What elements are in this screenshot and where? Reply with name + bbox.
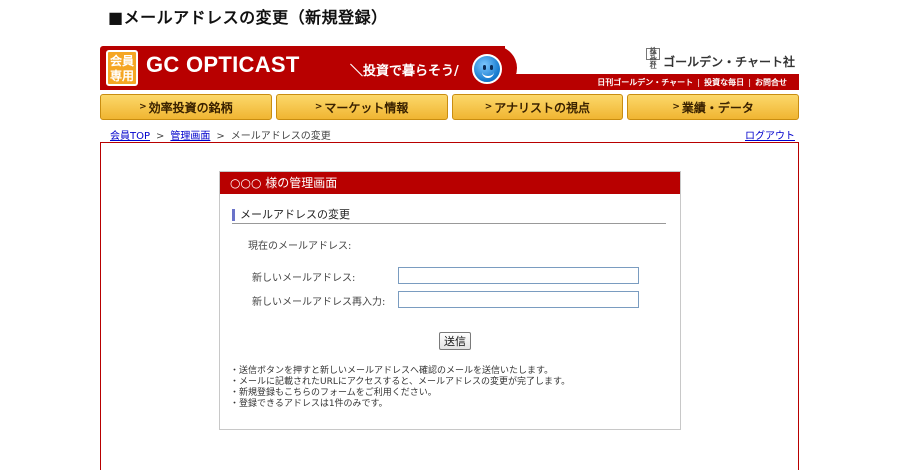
company-mark: 株式会社 — [646, 48, 661, 70]
nav-item-data[interactable]: > 業績・データ — [627, 94, 799, 120]
member-badge-bottom: 専用 — [109, 69, 134, 83]
confirm-email-field[interactable] — [398, 291, 639, 308]
nav-arrow-icon: > — [314, 102, 323, 112]
nav-item-label: マーケット情報 — [324, 100, 409, 115]
breadcrumb-divider — [100, 142, 799, 143]
note-item: ・送信ボタンを押すと新しいメールアドレスへ確認のメールを送信いたします。 — [230, 366, 554, 376]
member-badge: 会員 専用 — [106, 50, 138, 86]
breadcrumb-home-link[interactable]: 会員TOP — [110, 131, 150, 142]
breadcrumb-separator: > — [156, 131, 165, 142]
note-item: ・メールに記載されたURLにアクセスすると、メールアドレスの変更が完了します。 — [230, 377, 571, 387]
nav-item-stocks[interactable]: > 効率投資の銘柄 — [100, 94, 272, 120]
panel-header: ○○○ 様の管理画面 — [220, 172, 680, 194]
utility-links: 日刊ゴールデン・チャート | 投資な毎日 | お問合せ — [504, 74, 799, 90]
content-border-right — [798, 143, 799, 470]
breadcrumb-current: メールアドレスの変更 — [230, 131, 331, 142]
util-link-daily-chart[interactable]: 日刊ゴールデン・チャート — [593, 77, 697, 88]
site-logo[interactable]: GC OPTICAST — [146, 52, 300, 78]
util-separator: | — [748, 77, 751, 87]
company-name: ゴールデン・チャート社 — [663, 55, 795, 69]
section-title: メールアドレスの変更 — [232, 208, 666, 224]
submit-button[interactable]: 送信 — [439, 332, 471, 350]
nav-item-market[interactable]: > マーケット情報 — [275, 94, 448, 120]
new-email-label: 新しいメールアドレス: — [252, 273, 356, 284]
confirm-email-label: 新しいメールアドレス再入力: — [252, 297, 386, 308]
note-item: ・登録できるアドレスは1件のみです。 — [230, 399, 388, 409]
util-separator: | — [697, 77, 701, 87]
new-email-field[interactable] — [398, 267, 639, 284]
nav-arrow-icon: > — [139, 102, 147, 112]
util-link-contact[interactable]: お問合せ — [751, 77, 791, 88]
nav-item-analyst[interactable]: > アナリストの視点 — [451, 94, 624, 120]
nav-item-label: 効率投資の銘柄 — [148, 100, 233, 115]
nav-arrow-icon: > — [484, 102, 493, 112]
current-email: 現在のメールアドレス: — [248, 237, 357, 252]
site-header: 会員 専用 GC OPTICAST ＼投資で暮らそう/ 株式会社 ゴールデン・チャ… — [100, 46, 799, 90]
nav-arrow-icon: > — [672, 102, 680, 112]
site-frame: 会員 専用 GC OPTICAST ＼投資で暮らそう/ 株式会社 ゴールデン・チャ… — [100, 46, 799, 470]
nav-item-label: アナリストの視点 — [494, 100, 591, 115]
breadcrumb-admin-link[interactable]: 管理画面 — [170, 131, 210, 142]
note-item: ・新規登録もこちらのフォームをご利用ください。 — [230, 388, 437, 398]
company-logo[interactable]: 株式会社 ゴールデン・チャート社 — [646, 48, 795, 70]
page-heading: ■メールアドレスの変更（新規登録） — [108, 8, 388, 27]
util-link-investment-daily[interactable]: 投資な毎日 — [700, 77, 748, 88]
current-email-label: 現在のメールアドレス: — [248, 241, 352, 252]
nav-item-label: 業績・データ — [681, 100, 754, 115]
site-slogan: ＼投資で暮らそう/ — [350, 64, 459, 79]
admin-panel: ○○○ 様の管理画面 メールアドレスの変更 現在のメールアドレス: 新しいメール… — [219, 171, 681, 430]
breadcrumb-separator: > — [216, 131, 225, 142]
logout-link[interactable]: ログアウト — [745, 127, 795, 142]
breadcrumb: 会員TOP > 管理画面 > メールアドレスの変更 — [110, 127, 331, 142]
mascot-icon — [472, 54, 502, 84]
content-border-left — [100, 143, 101, 470]
main-nav: > 効率投資の銘柄 > マーケット情報 > アナリストの視点 > 業績・データ — [100, 94, 799, 120]
notes-list: ・送信ボタンを押すと新しいメールアドレスへ確認のメールを送信いたします。 ・メー… — [230, 366, 570, 410]
member-badge-top: 会員 — [109, 54, 134, 68]
